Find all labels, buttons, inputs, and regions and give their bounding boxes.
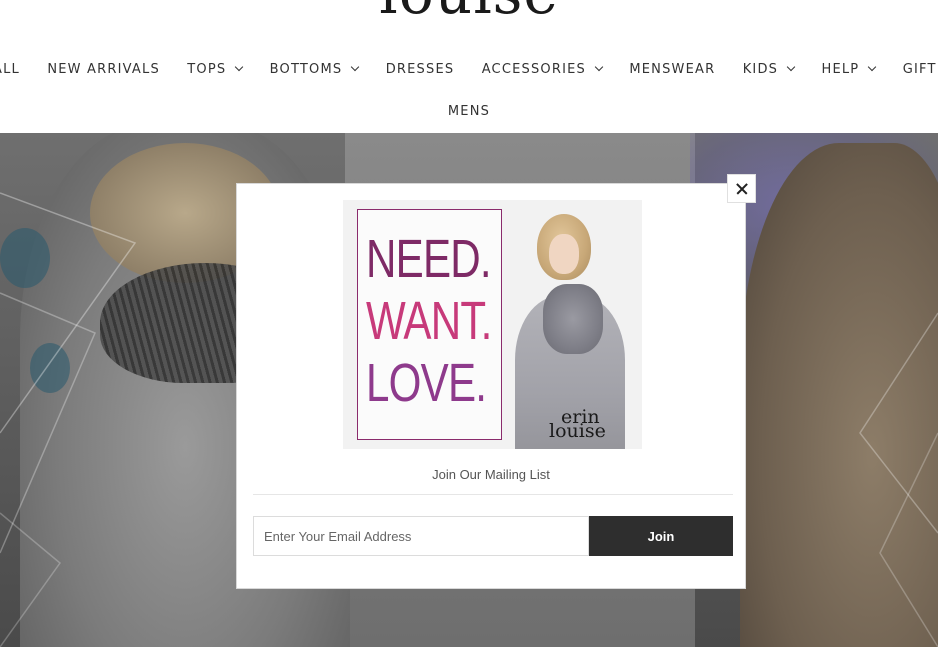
nav-item-help[interactable]: HELP (821, 62, 877, 77)
nav-item-all[interactable]: ALL (0, 62, 20, 77)
model-scarf (543, 284, 603, 354)
slogan-line-3: LOVE. (366, 353, 487, 413)
nav-item-kids[interactable]: KIDS (742, 62, 796, 77)
promo-image: NEED. WANT. LOVE. erin louise (343, 200, 642, 449)
modal-divider (253, 494, 733, 495)
mailing-list-title: Join Our Mailing List (432, 467, 550, 482)
main-nav: ALL NEW ARRIVALS TOPS BOTTOMS DRESSES AC… (0, 62, 938, 77)
nav-item-gift[interactable]: GIFT (903, 62, 937, 77)
nav-item-label: MENSWEAR (629, 62, 716, 77)
chevron-down-icon (351, 62, 360, 72)
nav-item-tops[interactable]: TOPS (187, 62, 244, 77)
nav-item-label: HELP (821, 62, 860, 77)
chevron-down-icon (594, 62, 604, 72)
site-logo[interactable]: louise (0, 0, 938, 24)
nav-item-menswear[interactable]: MENSWEAR (629, 62, 715, 77)
promo-brand-logo: erin louise (549, 408, 606, 442)
chevron-down-icon (868, 62, 877, 72)
site-header: louise ALL NEW ARRIVALS TOPS BOTTOMS DRE… (0, 0, 938, 133)
nav-item-label: DRESSES (385, 62, 455, 77)
email-input[interactable] (253, 516, 589, 556)
promo-slogan-frame: NEED. WANT. LOVE. (357, 209, 502, 440)
slogan-line-2: WANT. (366, 291, 492, 351)
join-button[interactable]: Join (589, 516, 733, 556)
nav-item-new-arrivals[interactable]: NEW ARRIVALS (47, 62, 160, 77)
nav-item-bottoms[interactable]: BOTTOMS (269, 62, 360, 77)
nav-item-mens[interactable]: MENS (448, 104, 490, 119)
chevron-down-icon (786, 62, 796, 72)
nav-item-accessories[interactable]: ACCESSORIES (481, 62, 604, 77)
newsletter-modal: NEED. WANT. LOVE. erin louise Join Our M… (236, 183, 746, 589)
nav-row-2: MENS (0, 104, 938, 119)
slogan-line-1: NEED. (366, 229, 492, 289)
nav-item-label: ACCESSORIES (481, 62, 586, 77)
nav-item-label: NEW ARRIVALS (47, 62, 160, 77)
promo-slogan: NEED. WANT. LOVE. (366, 228, 492, 414)
nav-item-label: ALL (0, 62, 20, 77)
nav-item-label: BOTTOMS (269, 62, 343, 77)
nav-item-dresses[interactable]: DRESSES (386, 62, 455, 77)
chevron-down-icon (235, 62, 244, 72)
brand-line-2: louise (549, 420, 606, 442)
model-face (549, 234, 579, 274)
nav-item-label: TOPS (187, 62, 227, 77)
close-modal-button[interactable] (727, 174, 756, 203)
nav-item-label: KIDS (742, 62, 779, 77)
nav-item-label: GIFT (902, 62, 937, 77)
